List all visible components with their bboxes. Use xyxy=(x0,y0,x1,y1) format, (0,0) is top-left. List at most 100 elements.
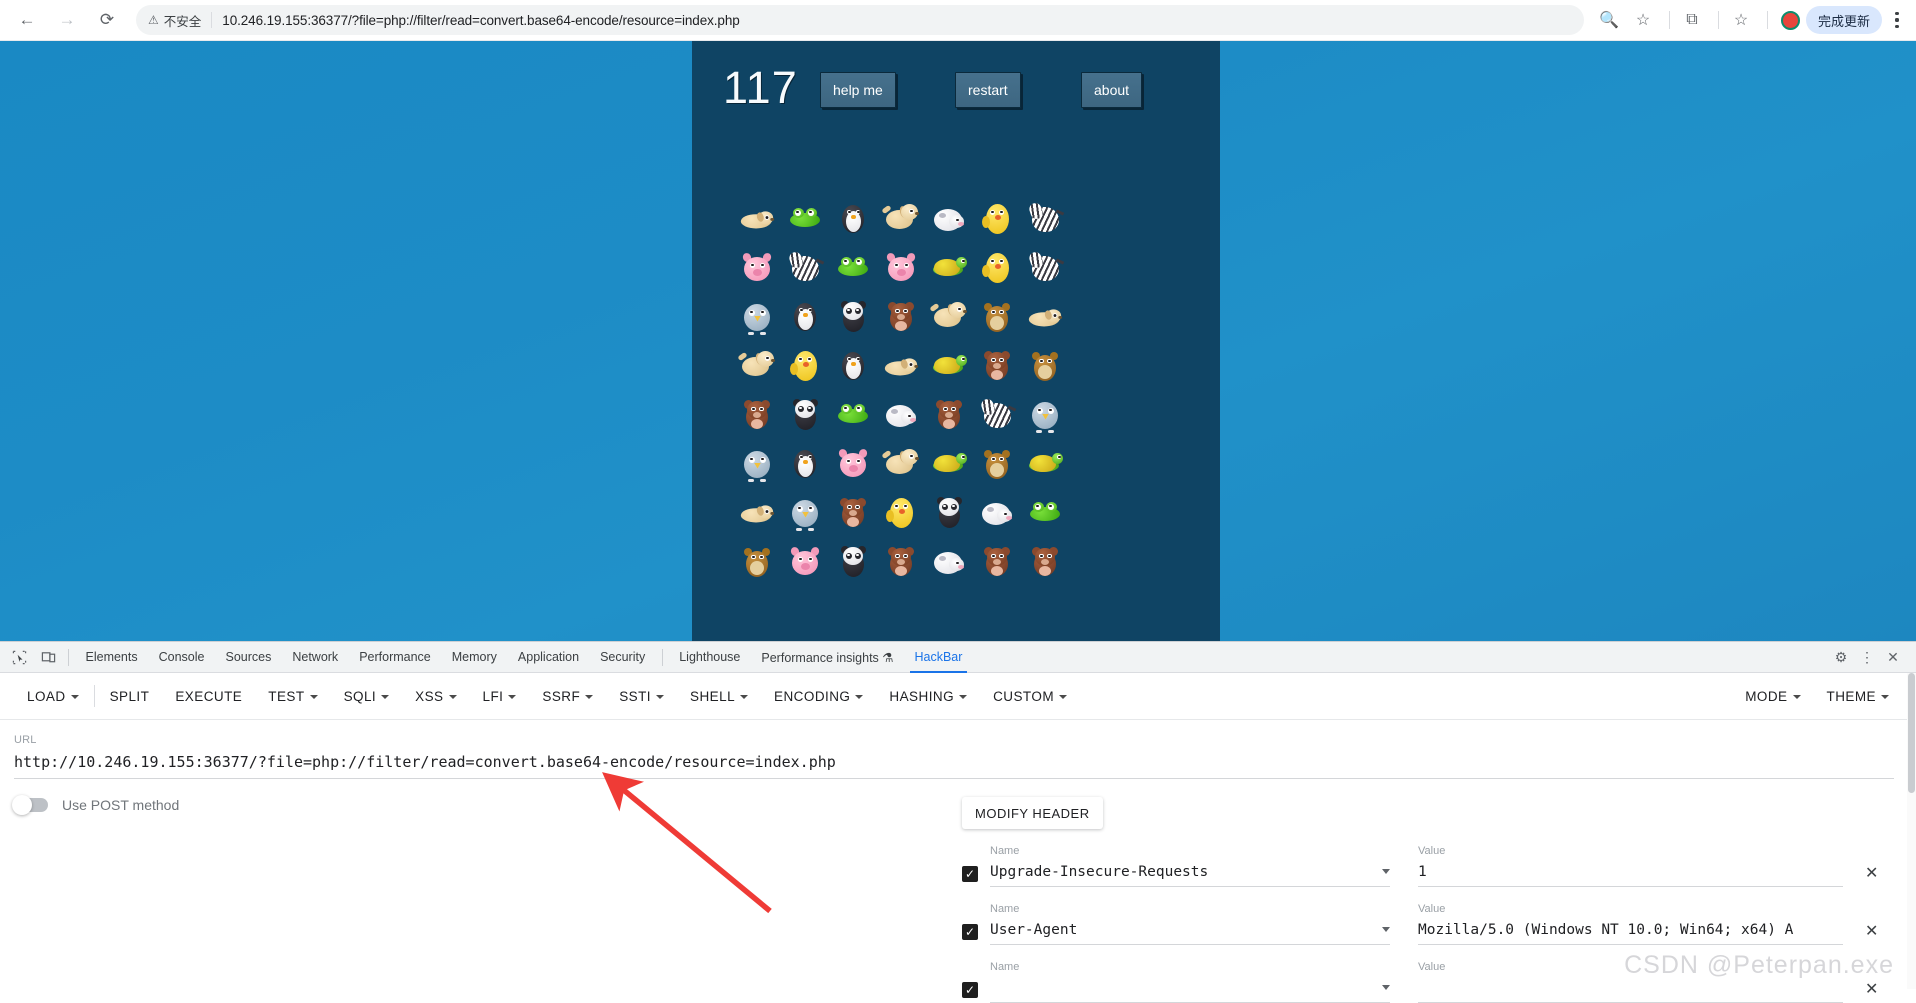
game-tile-hamster[interactable] xyxy=(1022,340,1068,389)
game-tile-dog[interactable] xyxy=(926,291,972,340)
kebab-menu-icon[interactable] xyxy=(1884,5,1910,35)
game-tile-frog[interactable] xyxy=(1022,487,1068,536)
game-tile-bear[interactable] xyxy=(974,536,1020,585)
hackbar-ssrf-button[interactable]: SSRF xyxy=(529,680,606,713)
hackbar-shell-button[interactable]: SHELL xyxy=(677,680,761,713)
game-tile-zebra[interactable] xyxy=(1022,242,1068,291)
chevron-down-icon[interactable] xyxy=(1382,869,1390,874)
chevron-down-icon[interactable] xyxy=(1382,927,1390,932)
tab-network[interactable]: Network xyxy=(282,642,349,673)
game-tile-panda[interactable] xyxy=(782,389,828,438)
header-name-input[interactable]: Upgrade-Insecure-Requests xyxy=(990,862,1390,887)
game-tile-chick[interactable] xyxy=(974,242,1020,291)
game-tile-frog[interactable] xyxy=(782,193,828,242)
game-tile-turtle[interactable] xyxy=(1022,438,1068,487)
remove-header-icon[interactable]: ✕ xyxy=(1865,863,1878,883)
game-tile-hamster[interactable] xyxy=(974,291,1020,340)
game-tile-dog-sleep[interactable] xyxy=(734,487,780,536)
more-vertical-icon[interactable]: ⋮ xyxy=(1855,645,1879,669)
game-tile-penguin[interactable] xyxy=(830,340,876,389)
game-tile-bear[interactable] xyxy=(830,487,876,536)
hackbar-test-button[interactable]: TEST xyxy=(255,680,330,713)
help-me-button[interactable]: help me xyxy=(820,72,896,108)
hackbar-hashing-button[interactable]: HASHING xyxy=(876,680,980,713)
game-tile-chick[interactable] xyxy=(782,340,828,389)
profile-avatar[interactable] xyxy=(1780,10,1800,30)
tab-hackbar[interactable]: HackBar xyxy=(904,642,973,673)
game-tile-hamster[interactable] xyxy=(734,536,780,585)
site-security-warning[interactable]: ⚠ 不安全 xyxy=(148,11,211,30)
back-icon[interactable]: ← xyxy=(10,3,44,37)
hackbar-execute-button[interactable]: EXECUTE xyxy=(162,680,255,713)
game-tile-dog-sleep[interactable] xyxy=(878,340,924,389)
tab-elements[interactable]: Elements xyxy=(75,642,148,673)
hackbar-mode-button[interactable]: MODE xyxy=(1732,680,1813,713)
game-tile-bear[interactable] xyxy=(878,291,924,340)
forward-icon[interactable]: → xyxy=(50,3,84,37)
game-tile-dog-sleep[interactable] xyxy=(734,193,780,242)
header-enabled-checkbox[interactable]: ✓ xyxy=(962,982,978,998)
game-tile-hamster[interactable] xyxy=(974,438,1020,487)
game-tile-penguin[interactable] xyxy=(782,438,828,487)
hackbar-ssti-button[interactable]: SSTI xyxy=(606,680,677,713)
restart-button[interactable]: restart xyxy=(955,72,1021,108)
hackbar-lfi-button[interactable]: LFI xyxy=(470,680,530,713)
game-tile-sheep[interactable] xyxy=(878,389,924,438)
header-value-input[interactable] xyxy=(1418,978,1843,1003)
hackbar-sqli-button[interactable]: SQLI xyxy=(331,680,403,713)
zoom-icon[interactable]: 🔍 xyxy=(1594,5,1624,35)
hackbar-theme-button[interactable]: THEME xyxy=(1814,680,1903,713)
game-tile-sheep[interactable] xyxy=(926,193,972,242)
game-tile-dog[interactable] xyxy=(734,340,780,389)
modify-header-button[interactable]: MODIFY HEADER xyxy=(962,797,1103,829)
game-tile-panda[interactable] xyxy=(830,536,876,585)
tab-lighthouse[interactable]: Lighthouse xyxy=(669,642,751,673)
game-tile-frog[interactable] xyxy=(830,242,876,291)
scrollbar-thumb[interactable] xyxy=(1908,673,1915,793)
game-tile-turtle[interactable] xyxy=(926,340,972,389)
tab-memory[interactable]: Memory xyxy=(441,642,507,673)
remove-header-icon[interactable]: ✕ xyxy=(1865,921,1878,941)
hackbar-encoding-button[interactable]: ENCODING xyxy=(761,680,876,713)
game-tile-bear[interactable] xyxy=(878,536,924,585)
reload-icon[interactable]: ⟳ xyxy=(90,3,124,37)
tab-sources[interactable]: Sources xyxy=(215,642,282,673)
devtools-scrollbar[interactable] xyxy=(1907,673,1916,989)
game-tile-bear[interactable] xyxy=(974,340,1020,389)
game-tile-panda[interactable] xyxy=(926,487,972,536)
hackbar-split-button[interactable]: SPLIT xyxy=(97,680,163,713)
bookmark-star-icon[interactable]: ☆ xyxy=(1628,5,1658,35)
game-tile-pig[interactable] xyxy=(782,536,828,585)
bookmark-manager-icon[interactable]: ☆ xyxy=(1726,5,1756,35)
game-tile-dog[interactable] xyxy=(878,438,924,487)
game-tile-pig[interactable] xyxy=(878,242,924,291)
tab-performance[interactable]: Performance xyxy=(349,642,442,673)
game-tile-chick[interactable] xyxy=(974,193,1020,242)
game-tile-dog[interactable] xyxy=(878,193,924,242)
game-tile-bird[interactable] xyxy=(782,487,828,536)
header-enabled-checkbox[interactable]: ✓ xyxy=(962,866,978,882)
url-input[interactable]: http://10.246.19.155:36377/?file=php://f… xyxy=(14,753,1894,779)
game-tile-bear[interactable] xyxy=(926,389,972,438)
game-tile-penguin[interactable] xyxy=(830,193,876,242)
game-tile-bird[interactable] xyxy=(1022,389,1068,438)
game-tile-zebra[interactable] xyxy=(974,389,1020,438)
game-tile-dog-sleep[interactable] xyxy=(1022,291,1068,340)
game-tile-zebra[interactable] xyxy=(782,242,828,291)
game-tile-sheep[interactable] xyxy=(926,536,972,585)
header-name-input[interactable] xyxy=(990,978,1390,1003)
game-tile-sheep[interactable] xyxy=(974,487,1020,536)
hackbar-xss-button[interactable]: XSS xyxy=(402,680,469,713)
hackbar-custom-button[interactable]: CUSTOM xyxy=(980,680,1080,713)
game-tile-bear[interactable] xyxy=(734,389,780,438)
header-value-input[interactable]: 1 xyxy=(1418,862,1843,887)
tab-console[interactable]: Console xyxy=(148,642,215,673)
device-toolbar-icon[interactable] xyxy=(35,645,62,670)
game-tile-turtle[interactable] xyxy=(926,438,972,487)
game-tile-zebra[interactable] xyxy=(1022,193,1068,242)
gear-icon[interactable]: ⚙ xyxy=(1829,645,1853,669)
hackbar-load-button[interactable]: LOAD xyxy=(14,680,92,713)
game-grid[interactable] xyxy=(734,193,1068,585)
close-icon[interactable]: ✕ xyxy=(1881,645,1905,669)
header-value-input[interactable]: Mozilla/5.0 (Windows NT 10.0; Win64; x64… xyxy=(1418,920,1843,945)
